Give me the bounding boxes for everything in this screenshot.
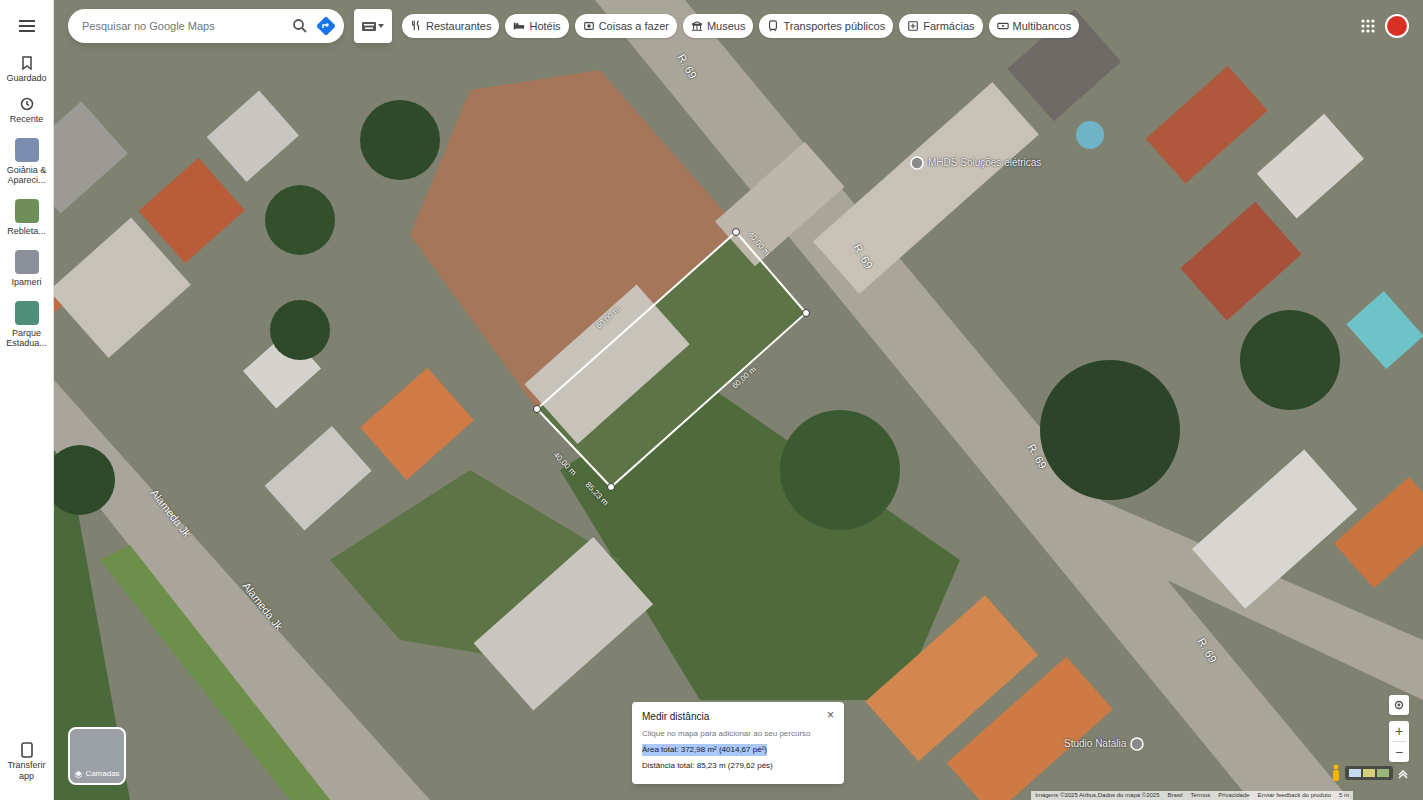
attribution-item[interactable]: Enviar feedback do produto bbox=[1258, 791, 1331, 800]
search-input[interactable] bbox=[82, 18, 284, 35]
map[interactable]: R. 69 R. 69 R. 69 R. 69 Alameda Jk Alame… bbox=[54, 0, 1423, 800]
pin-icon bbox=[910, 156, 924, 170]
measure-area: Área total: 372,98 m² (4014,67 pé²) bbox=[642, 744, 767, 756]
keyboard-toggle[interactable] bbox=[354, 9, 392, 43]
hotel-icon bbox=[513, 20, 525, 32]
keyboard-icon bbox=[362, 22, 376, 31]
transit-icon bbox=[767, 20, 779, 32]
atm-icon bbox=[997, 20, 1009, 32]
satellite-imagery bbox=[54, 0, 1423, 800]
place-pin[interactable]: MHDS Soluções elétricas bbox=[910, 155, 1041, 170]
attribution-bar: Imagens ©2025 Airbus,Dados do mapa ©2025… bbox=[1031, 791, 1353, 800]
menu-icon bbox=[19, 20, 35, 32]
dropdown-icon bbox=[378, 24, 384, 28]
measure-panel: Medir distância × Clique no mapa para ad… bbox=[632, 702, 844, 784]
account-avatar[interactable] bbox=[1385, 14, 1409, 38]
sidebar-item[interactable]: Ipameri bbox=[1, 250, 53, 287]
camera-icon bbox=[583, 20, 595, 32]
pharmacy-icon bbox=[907, 20, 919, 32]
category-chip[interactable]: Multibancos bbox=[989, 14, 1080, 38]
measure-title: Medir distância bbox=[642, 709, 709, 724]
menu-button[interactable] bbox=[15, 16, 39, 36]
sidebar-item[interactable]: Goiânia & Apareci... bbox=[1, 138, 53, 185]
place-thumbnail bbox=[15, 138, 39, 162]
restaurant-icon bbox=[410, 20, 422, 32]
attribution-item[interactable]: Privacidade bbox=[1218, 791, 1249, 800]
zoom-out-button[interactable]: − bbox=[1389, 742, 1409, 762]
directions-icon[interactable] bbox=[316, 16, 336, 36]
measure-distance: Distância total: 85,23 m (279,62 pés) bbox=[642, 760, 834, 772]
sidebar: Guardado Recente Goiânia & Apareci... Reble… bbox=[0, 0, 54, 800]
attribution-item[interactable]: Brasil bbox=[1168, 791, 1183, 800]
zoom-in-button[interactable]: + bbox=[1389, 721, 1409, 741]
attribution-item: Imagens ©2025 Airbus,Dados do mapa ©2025 bbox=[1035, 791, 1159, 800]
place-pin[interactable]: Studio Natalia bbox=[1064, 736, 1144, 751]
map-types[interactable] bbox=[1345, 766, 1393, 780]
pegman-icon[interactable] bbox=[1331, 764, 1341, 782]
place-thumbnail bbox=[15, 301, 39, 325]
sidebar-item[interactable]: Recente bbox=[1, 97, 53, 124]
sidebar-item[interactable]: Guardado bbox=[1, 56, 53, 83]
place-thumbnail bbox=[15, 250, 39, 274]
pin-icon bbox=[1130, 737, 1144, 751]
category-chip[interactable]: Museus bbox=[683, 14, 754, 38]
expand-icon[interactable] bbox=[1397, 767, 1409, 779]
measure-hint: Clique no mapa para adicionar ao seu per… bbox=[642, 728, 834, 740]
attribution-item[interactable]: Termos bbox=[1191, 791, 1211, 800]
attribution-item[interactable]: 5 m bbox=[1339, 791, 1349, 800]
apps-icon[interactable] bbox=[1361, 19, 1375, 33]
my-location-button[interactable] bbox=[1389, 695, 1409, 715]
category-chip[interactable]: Restaurantes bbox=[402, 14, 499, 38]
category-chip[interactable]: Hotéis bbox=[505, 14, 568, 38]
category-chip[interactable]: Coisas a fazer bbox=[575, 14, 677, 38]
category-chip[interactable]: Farmácias bbox=[899, 14, 982, 38]
search-box[interactable] bbox=[68, 9, 344, 43]
place-thumbnail bbox=[15, 199, 39, 223]
close-button[interactable]: × bbox=[827, 709, 834, 721]
search-icon[interactable] bbox=[292, 18, 308, 34]
layers-icon bbox=[74, 770, 83, 779]
category-chip[interactable]: Transportes públicos bbox=[759, 14, 893, 38]
bookmark-icon bbox=[20, 56, 34, 70]
sidebar-item[interactable]: Parque Estadua... bbox=[1, 301, 53, 348]
phone-icon bbox=[21, 742, 33, 758]
location-icon bbox=[1393, 699, 1405, 711]
sidebar-item[interactable]: Rebleta... bbox=[1, 199, 53, 236]
layers-button[interactable]: Camadas bbox=[68, 727, 126, 785]
museum-icon bbox=[691, 20, 703, 32]
history-icon bbox=[20, 97, 34, 111]
download-app-button[interactable]: Transferir app bbox=[2, 742, 52, 782]
measure-polygon bbox=[537, 232, 806, 487]
zoom-control: + − bbox=[1389, 721, 1409, 762]
